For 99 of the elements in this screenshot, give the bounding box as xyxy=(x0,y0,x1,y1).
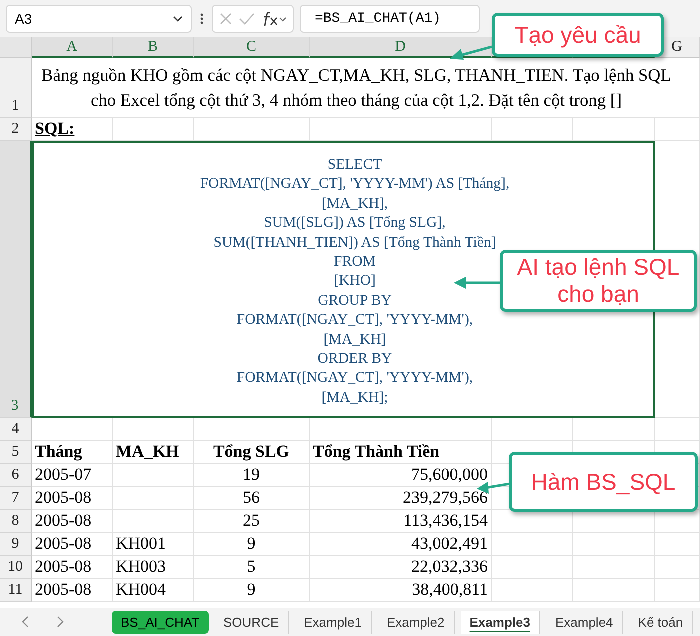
column-heading: MA_KH xyxy=(113,441,194,464)
sheet-tab[interactable]: Example3 xyxy=(460,610,540,634)
table-cell: 22,032,336 xyxy=(310,556,492,579)
sheet-tab[interactable]: BS_AI_CHAT xyxy=(112,610,209,634)
sheet-tab[interactable]: Example1 xyxy=(295,610,372,634)
row-header[interactable]: 5 xyxy=(0,441,32,464)
empty-cell[interactable] xyxy=(655,579,700,602)
row-header[interactable]: 4 xyxy=(0,418,32,441)
table-cell: 2005-07 xyxy=(32,464,113,487)
empty-cell[interactable] xyxy=(310,418,492,441)
callout-tooltip: Tạo yêu cầu xyxy=(492,13,664,57)
empty-cell[interactable] xyxy=(113,464,194,487)
empty-cell[interactable] xyxy=(573,418,655,441)
empty-cell[interactable] xyxy=(113,510,194,533)
row-header[interactable]: 1 xyxy=(0,58,32,118)
arrow-icon xyxy=(454,277,500,289)
table-cell: 5 xyxy=(194,556,310,579)
row-header[interactable]: 6 xyxy=(0,464,32,487)
sql-line: SUM([THANH_TIEN]) AS [Tổng Thành Tiền] xyxy=(214,234,496,253)
sql-line: [MA_KH] xyxy=(324,330,386,350)
sql-line: FORMAT([NGAY_CT], 'YYYY-MM') AS [Tháng], xyxy=(200,175,510,194)
empty-cell[interactable] xyxy=(492,533,573,556)
table-cell: 19 xyxy=(194,464,310,487)
empty-cell[interactable] xyxy=(655,533,700,556)
row-header[interactable]: 10 xyxy=(0,556,32,579)
table-cell: 2005-08 xyxy=(32,533,113,556)
column-heading: Tổng Thành Tiền xyxy=(310,441,492,464)
sql-line: FORMAT([NGAY_CT], 'YYYY-MM'), xyxy=(236,311,474,330)
table-cell: 2005-08 xyxy=(32,487,113,510)
previous-sheet-icon[interactable] xyxy=(22,616,30,628)
column-heading: Tháng xyxy=(32,441,113,464)
arrow-icon xyxy=(450,44,492,62)
row-header[interactable]: 7 xyxy=(0,487,32,510)
next-sheet-icon[interactable] xyxy=(56,616,64,628)
row-header[interactable]: 8 xyxy=(0,510,32,533)
formula-field[interactable]: =BS_AI_CHAT(A1) xyxy=(300,4,480,32)
sql-line: [MA_KH], xyxy=(322,194,388,214)
empty-cell[interactable] xyxy=(194,118,310,141)
more-icon[interactable] xyxy=(200,12,204,24)
empty-cell[interactable] xyxy=(492,418,573,441)
prompt-cell: Bảng nguồn KHO gồm các cột NGAY_CT,MA_KH, SLG, THANH_TIEN. Tạo lệnh SQL cho Excel tổng cột thứ 3, 4 nhóm theo tháng của cột 1,2. Đặt tên cột trong [] xyxy=(32,58,700,118)
sql-line: [KHO] xyxy=(334,272,376,292)
column-header[interactable]: D xyxy=(310,37,492,58)
check-icon[interactable] xyxy=(239,12,255,26)
empty-cell[interactable] xyxy=(492,579,573,602)
empty-cell[interactable] xyxy=(194,418,310,441)
table-cell: KH001 xyxy=(113,533,194,556)
table-cell: 43,002,491 xyxy=(310,533,492,556)
sheet-tab[interactable]: Kế toán xyxy=(629,610,694,634)
sql-line: FROM xyxy=(334,253,376,272)
column-header[interactable]: B xyxy=(113,37,194,58)
row-header[interactable]: 2 xyxy=(0,118,32,141)
empty-cell[interactable] xyxy=(573,579,655,602)
table-cell: 2005-08 xyxy=(32,556,113,579)
table-cell: 9 xyxy=(194,579,310,602)
name-box[interactable]: A3 xyxy=(6,4,192,32)
table-cell: 38,400,811 xyxy=(310,579,492,602)
function-icon[interactable] xyxy=(261,10,287,26)
table-cell: 2005-08 xyxy=(32,579,113,602)
empty-cell[interactable] xyxy=(113,418,194,441)
sql-line: FORMAT([NGAY_CT], 'YYYY-MM'), xyxy=(236,369,474,388)
table-cell: 113,436,154 xyxy=(310,510,492,533)
table-cell: 25 xyxy=(194,510,310,533)
table-cell: KH003 xyxy=(113,556,194,579)
sql-line: ORDER BY xyxy=(318,350,392,370)
empty-cell[interactable] xyxy=(573,533,655,556)
table-cell: 2005-08 xyxy=(32,510,113,533)
empty-cell[interactable] xyxy=(655,556,700,579)
sheet-tab[interactable]: SOURCE xyxy=(214,610,290,634)
empty-cell[interactable] xyxy=(573,556,655,579)
sheet-tab[interactable]: Example2 xyxy=(378,610,455,634)
empty-cell[interactable] xyxy=(113,487,194,510)
sql-line: GROUP BY xyxy=(318,292,392,311)
row-header[interactable]: 3 xyxy=(0,141,32,418)
sql-line: SUM([SLG]) AS [Tổng SLG], xyxy=(264,214,446,234)
empty-cell[interactable] xyxy=(310,118,492,141)
column-header[interactable]: C xyxy=(194,37,310,58)
table-cell: 56 xyxy=(194,487,310,510)
select-all-button[interactable] xyxy=(0,37,32,58)
column-heading: Tổng SLG xyxy=(194,441,310,464)
empty-cell[interactable] xyxy=(655,418,700,441)
sql-label: SQL: xyxy=(32,118,113,141)
dropdown-icon xyxy=(173,14,183,22)
empty-cell[interactable] xyxy=(573,118,655,141)
sql-line: [MA_KH]; xyxy=(322,388,388,408)
table-cell: 9 xyxy=(194,533,310,556)
empty-cell[interactable] xyxy=(492,556,573,579)
empty-cell[interactable] xyxy=(492,118,573,141)
table-cell: KH004 xyxy=(113,579,194,602)
cancel-icon[interactable] xyxy=(219,12,233,26)
callout-tooltip: Hàm BS_SQL xyxy=(509,452,698,512)
callout-tooltip: AI tạo lệnh SQL cho bạn xyxy=(500,250,697,312)
empty-cell[interactable] xyxy=(655,118,700,141)
empty-cell[interactable] xyxy=(113,118,194,141)
row-header[interactable]: 9 xyxy=(0,533,32,556)
sql-line: SELECT xyxy=(328,156,382,175)
column-header[interactable]: A xyxy=(32,37,113,58)
sheet-tab[interactable]: Example4 xyxy=(546,610,624,634)
row-header[interactable]: 11 xyxy=(0,579,32,602)
